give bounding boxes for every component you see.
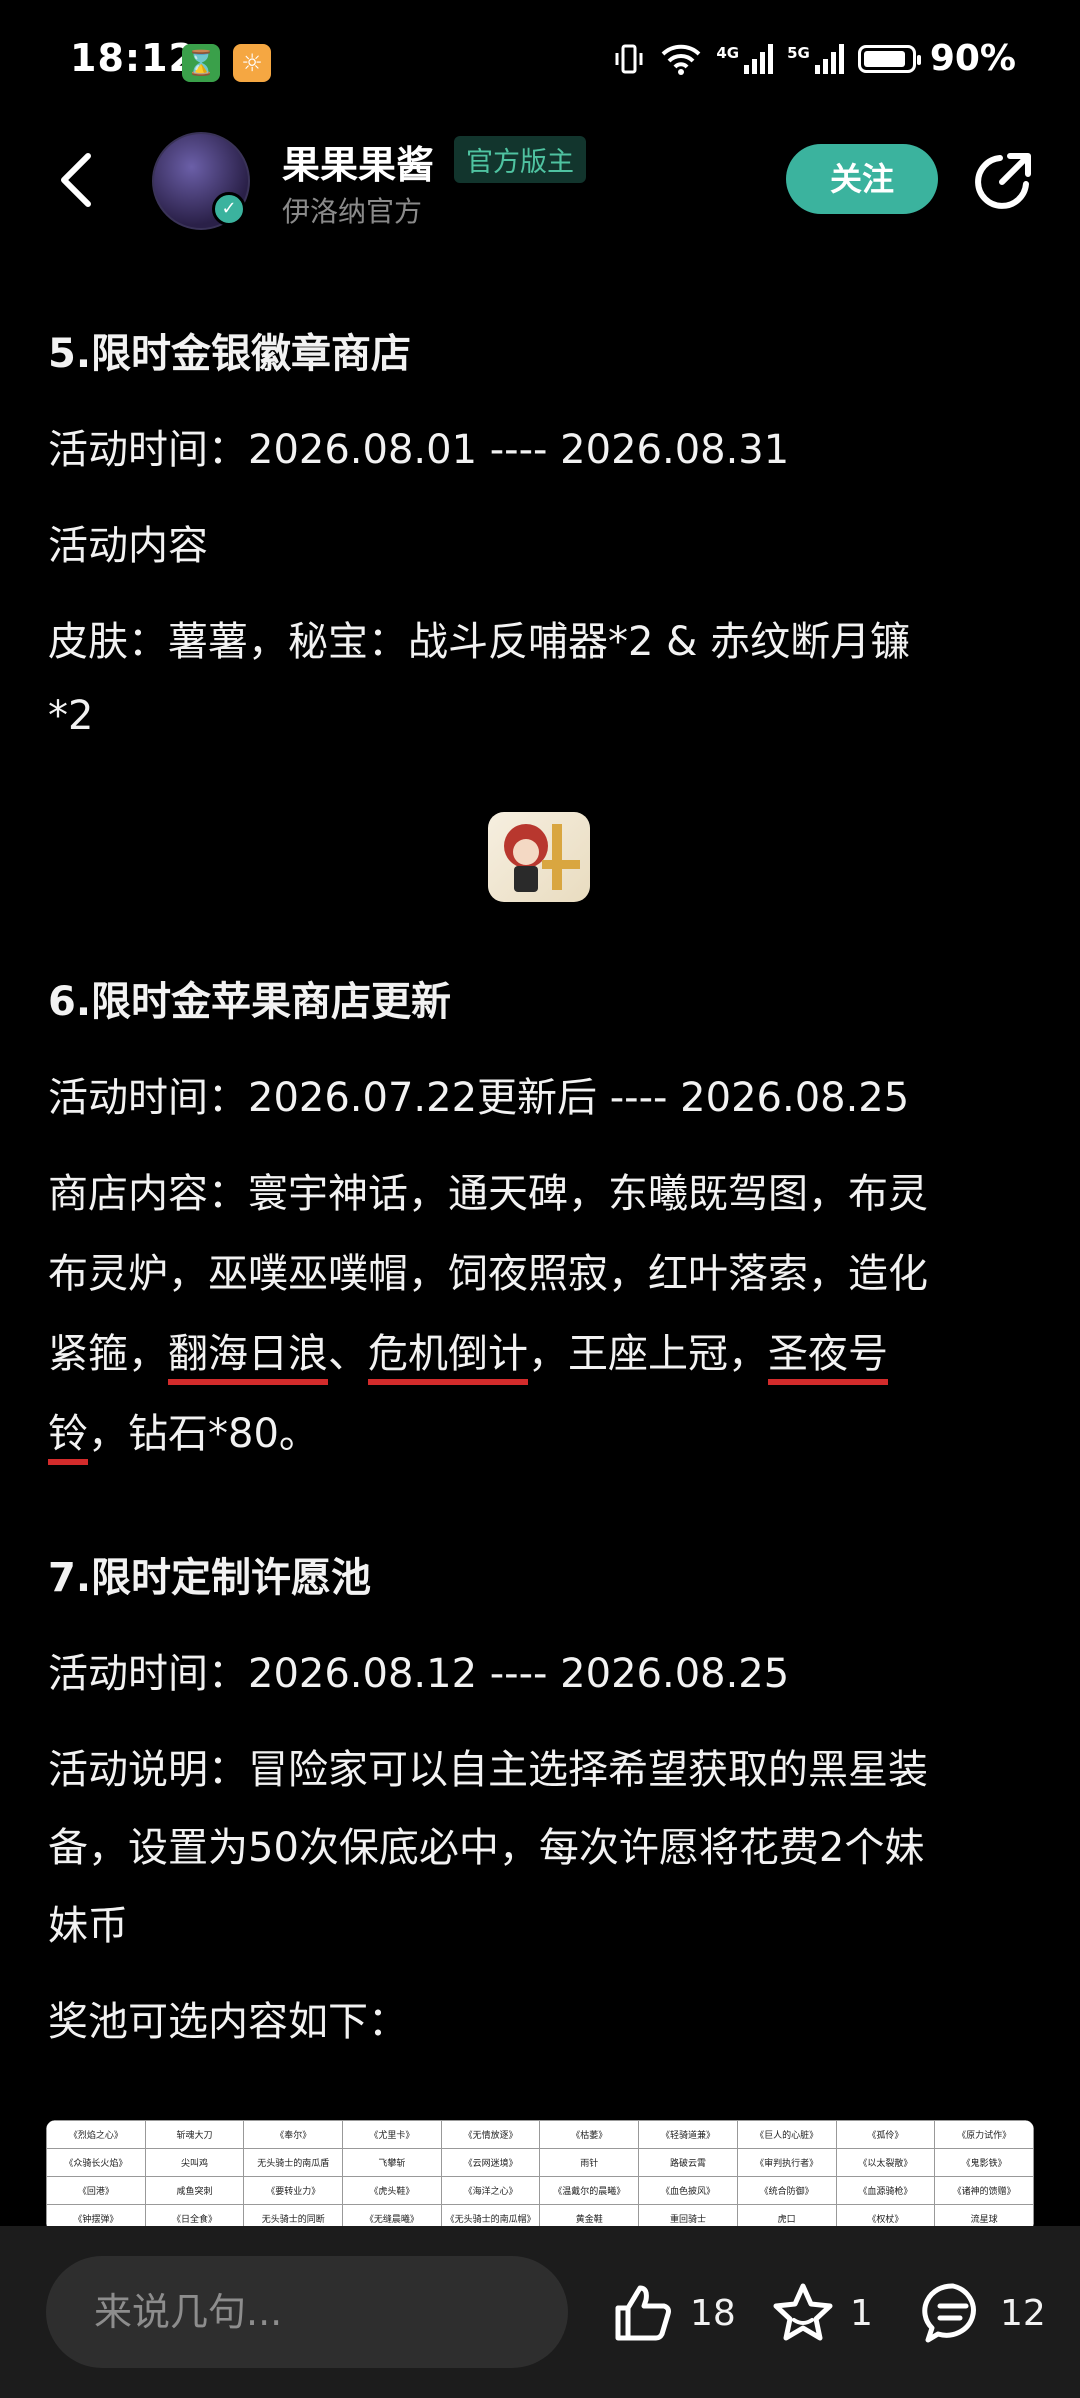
section-5-time: 活动时间：2026.08.01 ---- 2026.08.31 — [48, 427, 790, 473]
share-button[interactable] — [970, 148, 1036, 214]
section-6-time: 活动时间：2026.07.22更新后 ---- 2026.08.25 — [48, 1075, 910, 1121]
underlined-item: 危机倒计 — [368, 1331, 528, 1377]
table-cell: 飞攀斩 — [342, 2148, 442, 2177]
table-cell: 《审判执行者》 — [736, 2148, 837, 2177]
vibrate-icon — [615, 44, 643, 73]
moderator-badge: 官方版主 — [454, 136, 586, 183]
share-icon — [975, 153, 1031, 209]
status-icons: 4G 5G 90% — [612, 38, 1016, 79]
sticker-image — [488, 812, 590, 902]
cell-signal-5g-icon: 5G — [787, 43, 844, 74]
text-span: 紧箍， — [48, 1331, 168, 1377]
section-7-desc-line: 备，设置为50次保底必中，每次许愿将花费2个妹 — [48, 1825, 925, 1871]
table-cell: 《诸神的馈赠》 — [934, 2176, 1034, 2205]
favorite-button[interactable]: 1 — [770, 2278, 873, 2348]
underlined-item: 圣夜号 — [768, 1331, 888, 1377]
section-5-content-line: 皮肤：薯薯，秘宝：战斗反哺器*2 & 赤纹断月镰 — [48, 619, 911, 665]
text-span: ，王座上冠， — [528, 1331, 768, 1377]
back-button[interactable] — [50, 148, 110, 212]
section-7-time: 活动时间：2026.08.12 ---- 2026.08.25 — [48, 1651, 790, 1697]
text-span: ，钻石*80。 — [88, 1411, 319, 1457]
section-7-desc-line: 妹币 — [48, 1903, 128, 1949]
table-cell: 无头骑士的南瓜盾 — [243, 2148, 344, 2177]
table-cell: 《众骑长火焰》 — [46, 2148, 146, 2177]
section-5-content-label: 活动内容 — [48, 523, 208, 569]
section-6-title: 6.限时金苹果商店更新 — [48, 979, 452, 1025]
table-cell: 《海洋之心》 — [440, 2176, 541, 2205]
thumbs-up-icon — [615, 2285, 671, 2341]
table-cell: 路破云霄 — [638, 2148, 738, 2177]
table-cell: 《云网迷境》 — [440, 2148, 541, 2177]
section-6-content-line: 铃，钻石*80。 — [48, 1394, 1032, 1474]
favorite-count: 1 — [850, 2292, 873, 2334]
section-6-content-line: 布灵炉，巫噗巫噗帽，饲夜照寂，红叶落索，造化 — [48, 1251, 928, 1297]
reward-pool-table: 《烈焰之心》 斩魂大刀 《奉尔》 《尤里卡》 《无情放逐》 《枯萎》 《轻骑道兼》 《巨人的心… — [46, 2120, 1034, 2232]
text-span: 、 — [328, 1331, 368, 1377]
table-cell: 《回港》 — [46, 2176, 146, 2205]
table-cell: 《鬼影铁》 — [934, 2148, 1034, 2177]
table-cell: 《奉尔》 — [243, 2120, 344, 2149]
table-cell: 《轻骑道兼》 — [638, 2120, 738, 2149]
section-5-title: 5.限时金银徽章商店 — [48, 331, 412, 377]
section-6-content-line: 商店内容：寰宇神话，通天碑，东曦既驾图，布灵 — [48, 1171, 928, 1217]
battery-percent: 90% — [929, 38, 1016, 79]
battery-icon — [857, 44, 921, 73]
table-cell: 《血色披风》 — [638, 2176, 738, 2205]
comments-button[interactable]: 12 — [920, 2278, 1046, 2348]
comment-input[interactable]: 来说几句... — [46, 2256, 568, 2368]
table-cell: 《以太裂散》 — [835, 2148, 936, 2177]
author-name[interactable]: 果果果酱 — [282, 134, 434, 189]
table-cell: 《温戴尔的晨曦》 — [539, 2176, 640, 2205]
hourglass-app-icon: ⌛ — [182, 44, 220, 82]
table-cell: 《巨人的心脏》 — [736, 2120, 837, 2149]
table-cell: 《烈焰之心》 — [46, 2120, 146, 2149]
section-7-title: 7.限时定制许愿池 — [48, 1555, 372, 1601]
underlined-item: 翻海日浪 — [168, 1331, 328, 1377]
sun-app-icon: ☼ — [233, 44, 271, 82]
table-row: 《烈焰之心》 斩魂大刀 《奉尔》 《尤里卡》 《无情放逐》 《枯萎》 《轻骑道兼》 《巨人的心… — [46, 2120, 1034, 2149]
table-cell: 《要转业力》 — [243, 2176, 344, 2205]
table-row: 《众骑长火焰》 尖叫鸡 无头骑士的南瓜盾 飞攀斩 《云网迷境》 雨针 路破云霄 《审判执行者》… — [46, 2148, 1034, 2177]
table-cell: 《统合防御》 — [736, 2176, 837, 2205]
cell-signal-4g-icon: 4G — [716, 43, 774, 74]
table-cell: 雨针 — [539, 2148, 640, 2177]
table-cell: 《虎头鞋》 — [342, 2176, 442, 2205]
author-subtitle: 伊洛纳官方 — [282, 195, 423, 228]
verified-badge-icon: ✓ — [212, 192, 246, 226]
like-button[interactable]: 18 — [610, 2278, 736, 2348]
table-cell: 《血源骑枪》 — [835, 2176, 936, 2205]
comment-bubble-icon — [922, 2283, 976, 2343]
table-row: 《回港》 咸鱼突刺 《要转业力》 《虎头鞋》 《海洋之心》 《温戴尔的晨曦》 《血色披风》《… — [46, 2176, 1034, 2205]
table-cell: 咸鱼突刺 — [144, 2176, 245, 2205]
star-icon — [773, 2283, 833, 2341]
table-cell: 《枯萎》 — [539, 2120, 640, 2149]
chevron-left-icon — [61, 153, 91, 207]
follow-button[interactable]: 关注 — [786, 144, 938, 214]
section-7-desc-line: 活动说明：冒险家可以自主选择希望获取的黑星装 — [48, 1747, 928, 1793]
table-cell: 尖叫鸡 — [144, 2148, 245, 2177]
table-cell: 《无情放逐》 — [440, 2120, 541, 2149]
table-cell: 斩魂大刀 — [144, 2120, 245, 2149]
section-6-content-line: 紧箍，翻海日浪、危机倒计，王座上冠，圣夜号 — [48, 1314, 1032, 1394]
table-cell: 《尤里卡》 — [342, 2120, 442, 2149]
status-time: 18:12 — [70, 36, 196, 80]
table-cell: 《孤伶》 — [835, 2120, 936, 2149]
like-count: 18 — [690, 2292, 736, 2334]
underlined-item: 铃 — [48, 1411, 88, 1457]
section-5-content-line: *2 — [48, 693, 94, 739]
comment-count: 12 — [1000, 2292, 1046, 2334]
table-cell: 《原力试作》 — [934, 2120, 1034, 2149]
pool-label: 奖池可选内容如下： — [48, 1999, 408, 2045]
wifi-icon — [661, 44, 701, 75]
